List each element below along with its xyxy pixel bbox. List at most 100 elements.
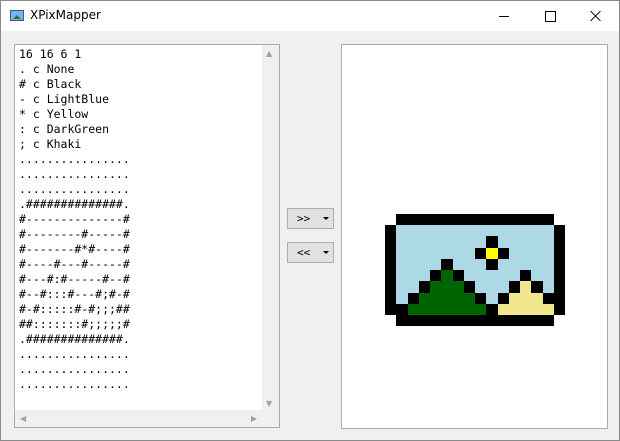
pixel	[418, 247, 430, 259]
pixel	[531, 236, 543, 248]
pixel	[486, 281, 498, 293]
pixel	[508, 348, 520, 360]
pixel	[531, 225, 543, 237]
pixel	[497, 270, 509, 282]
pixel	[407, 337, 419, 349]
pixel	[418, 213, 430, 225]
pixel	[553, 326, 565, 338]
xpm-source-text[interactable]: 16 16 6 1 . c None # c Black - c LightBl…	[19, 47, 130, 392]
pixel	[407, 225, 419, 237]
pixel	[542, 247, 554, 259]
vertical-scrollbar[interactable]: ▲ ▼	[262, 45, 279, 410]
pixel	[430, 247, 442, 259]
pixel	[520, 326, 532, 338]
pixel	[542, 258, 554, 270]
pixel	[475, 225, 487, 237]
title-bar[interactable]: XPixMapper	[1, 1, 619, 31]
pixel	[553, 247, 565, 259]
pixel	[396, 326, 408, 338]
scroll-up-icon[interactable]: ▲	[266, 49, 272, 58]
chevron-down-icon[interactable]	[323, 217, 329, 220]
pixel	[452, 213, 464, 225]
pixel	[531, 213, 543, 225]
pixel	[441, 258, 453, 270]
pixel	[385, 258, 397, 270]
pixel	[542, 236, 554, 248]
pixel	[531, 281, 543, 293]
pixel	[407, 315, 419, 327]
pixel	[396, 225, 408, 237]
pixel	[385, 281, 397, 293]
xpm-text-editor[interactable]: 16 16 6 1 . c None # c Black - c LightBl…	[14, 44, 280, 428]
pixel	[497, 281, 509, 293]
pixel	[452, 270, 464, 282]
pixel	[463, 213, 475, 225]
pixel	[430, 270, 442, 282]
chevron-down-icon[interactable]	[323, 251, 329, 254]
horizontal-scrollbar[interactable]: ◀ ▶	[15, 410, 262, 427]
pixel	[542, 202, 554, 214]
pixel	[385, 303, 397, 315]
pixel	[520, 202, 532, 214]
pixel	[385, 202, 397, 214]
pixel	[531, 337, 543, 349]
pixel-image-preview	[385, 180, 565, 360]
pixel	[452, 303, 464, 315]
scroll-down-icon[interactable]: ▼	[266, 399, 272, 408]
pixel	[396, 292, 408, 304]
pixel	[396, 348, 408, 360]
pixel	[542, 303, 554, 315]
pixel	[407, 258, 419, 270]
pixel	[452, 236, 464, 248]
pixel	[396, 180, 408, 192]
pixel	[508, 315, 520, 327]
pixel	[452, 247, 464, 259]
pixel	[407, 213, 419, 225]
pixel	[452, 337, 464, 349]
close-button[interactable]	[573, 1, 619, 31]
picture-icon	[10, 10, 24, 21]
pixel	[531, 202, 543, 214]
pixel	[520, 303, 532, 315]
pixel	[553, 303, 565, 315]
image-to-text-button[interactable]: <<	[287, 242, 334, 263]
pixel	[486, 326, 498, 338]
pixel	[475, 348, 487, 360]
pixel	[520, 180, 532, 192]
pixel	[486, 191, 498, 203]
pixel	[418, 258, 430, 270]
minimize-icon	[499, 15, 509, 17]
pixel	[441, 292, 453, 304]
minimize-button[interactable]	[481, 1, 527, 31]
pixel	[520, 281, 532, 293]
scroll-left-icon[interactable]: ◀	[20, 414, 26, 423]
maximize-button[interactable]	[527, 1, 573, 31]
pixel	[430, 348, 442, 360]
pixel	[441, 191, 453, 203]
pixel	[463, 225, 475, 237]
pixel	[553, 191, 565, 203]
pixel	[486, 225, 498, 237]
pixel	[520, 270, 532, 282]
pixel	[430, 236, 442, 248]
pixel	[475, 247, 487, 259]
pixel	[531, 258, 543, 270]
pixel	[385, 326, 397, 338]
pixel	[430, 303, 442, 315]
pixel	[385, 292, 397, 304]
text-to-image-button[interactable]: >>	[287, 208, 334, 229]
pixel	[508, 225, 520, 237]
pixel	[475, 258, 487, 270]
scroll-right-icon[interactable]: ▶	[251, 414, 257, 423]
pixel	[520, 348, 532, 360]
pixel	[531, 326, 543, 338]
pixel	[385, 247, 397, 259]
pixel	[463, 337, 475, 349]
pixel	[542, 348, 554, 360]
pixel	[452, 225, 464, 237]
pixel	[497, 213, 509, 225]
pixel	[385, 337, 397, 349]
pixel	[452, 180, 464, 192]
pixel	[407, 236, 419, 248]
pixel	[520, 315, 532, 327]
